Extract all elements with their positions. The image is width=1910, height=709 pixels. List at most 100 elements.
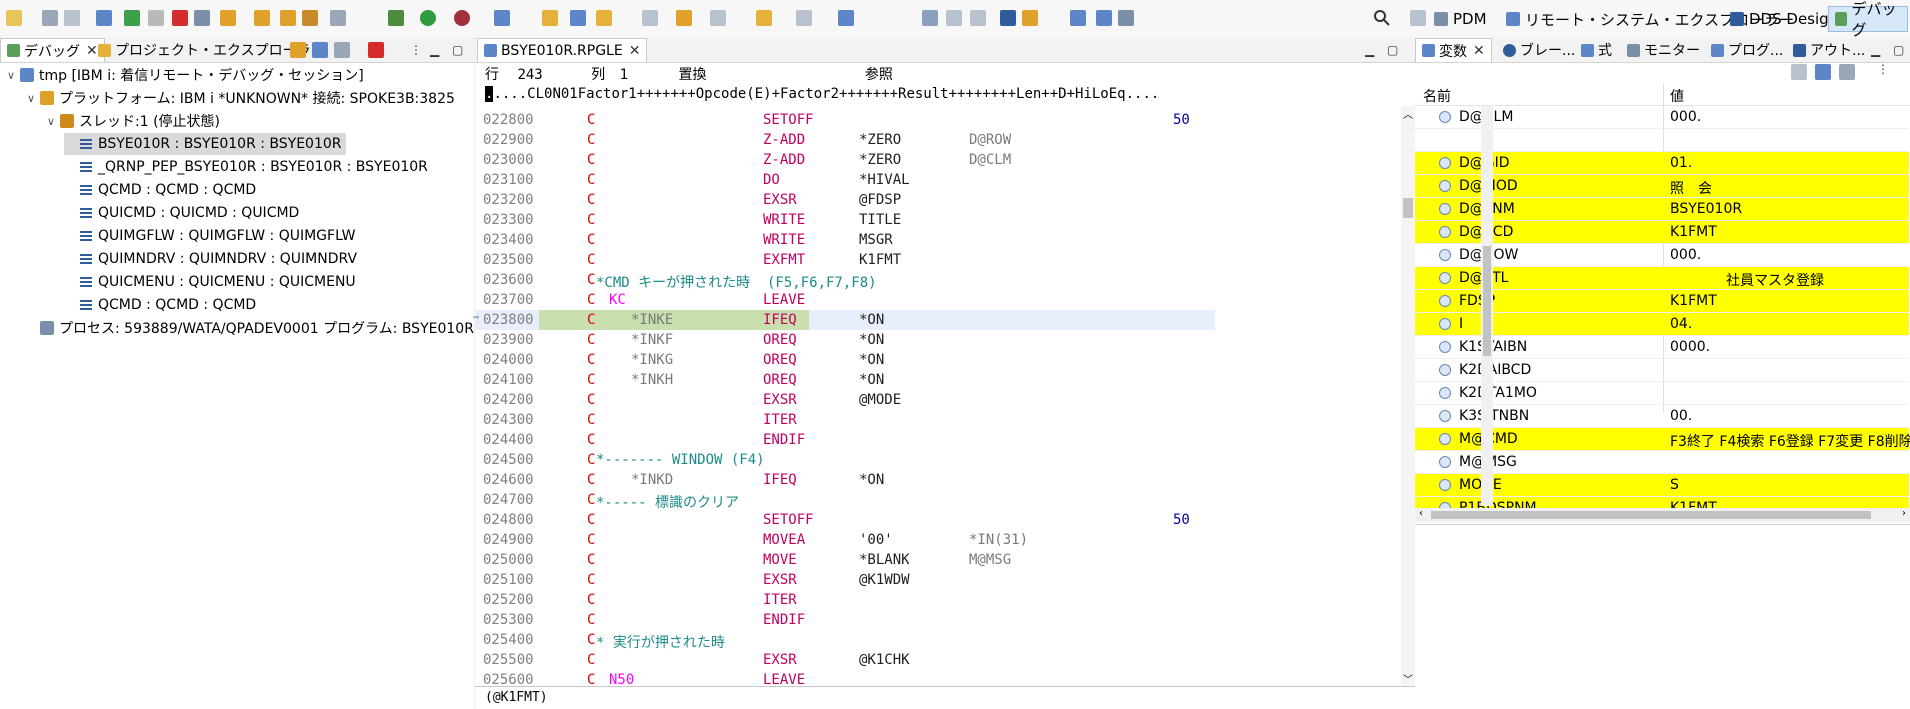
perspective-debug[interactable]: デバッグ (1828, 0, 1908, 39)
variable-value[interactable]: K1FMT (1670, 224, 1910, 240)
tab-programs[interactable]: プログ... (1705, 38, 1789, 62)
expand-toggle-icon[interactable]: ∨ (44, 115, 58, 128)
tree-node[interactable]: プロセス: 593889/WATA/QPADEV0001 プログラム: BSYE… (0, 317, 474, 339)
variable-value[interactable]: 000. (1670, 247, 1910, 263)
maximize-icon[interactable]: ▢ (452, 43, 463, 57)
toolbar-icon-f[interactable] (1070, 10, 1086, 26)
minimize-icon[interactable]: ▁ (430, 43, 439, 57)
tab-debug[interactable]: デバッグ ✕ (0, 38, 105, 62)
remove-all-icon[interactable] (334, 42, 350, 58)
view-menu-dots-icon[interactable]: ⋮ (410, 43, 422, 57)
show-logical-structure-icon[interactable] (1815, 64, 1831, 80)
tab-variables[interactable]: 変数 ✕ (1415, 38, 1492, 62)
code-line[interactable]: 025300 C ENDIF (475, 610, 1215, 630)
terminate-all-icon[interactable] (368, 42, 384, 58)
prev-annotation-icon[interactable] (676, 10, 692, 26)
variable-value[interactable]: F3終了 F4検索 F6登録 F7変更 F8削除 (1670, 431, 1910, 451)
tree-node[interactable]: QCMD : QCMD : QCMD (0, 294, 256, 316)
next-annotation-icon[interactable] (642, 10, 658, 26)
toolbar-icon-d[interactable] (1000, 10, 1016, 26)
code-line[interactable]: 025400 C * 実行が押された時 (475, 630, 1215, 651)
code-line[interactable]: 023500 C EXFMT K1FMT (475, 250, 1215, 270)
code-line[interactable]: ⇨ 023800 C *INKE IFEQ *ON (473, 310, 1215, 330)
variable-value[interactable]: 照 会 (1670, 178, 1910, 198)
code-line[interactable]: 024400 C ENDIF (475, 430, 1215, 450)
scroll-down-icon[interactable]: ﹀ (1401, 671, 1415, 686)
tree-node[interactable]: QUICMD : QUICMD : QUICMD (0, 202, 299, 224)
code-line[interactable]: 023100 C DO *HIVAL (475, 170, 1215, 190)
perspective-pdm[interactable]: PDM (1428, 6, 1493, 32)
tree-node[interactable]: QUIMGFLW : QUIMGFLW : QUIMGFLW (0, 225, 355, 247)
toolbar-icon-g[interactable] (1096, 10, 1112, 26)
vscroll-thumb[interactable] (1483, 246, 1491, 356)
show-type-names-icon[interactable] (1791, 64, 1807, 80)
close-icon[interactable]: ✕ (1473, 43, 1485, 59)
code-line[interactable]: 024000 C *INKG OREQ *ON (475, 350, 1215, 370)
tab-breakpoints[interactable]: ブレー... (1497, 38, 1581, 62)
code-line[interactable]: 023300 C WRITE TITLE (475, 210, 1215, 230)
code-line[interactable]: 024700 C *----- 標識のクリア (475, 490, 1215, 511)
code-line[interactable]: 022800 C SETOFF 50 (475, 110, 1215, 130)
code-line[interactable]: 024200 C EXSR @MODE (475, 390, 1215, 410)
last-edit-icon[interactable] (710, 10, 726, 26)
variable-value[interactable]: 04. (1670, 316, 1910, 332)
tab-editor-file[interactable]: BSYE010R.RPGLE ✕ (477, 38, 648, 62)
code-line[interactable]: 025500 C EXSR @K1CHK (475, 650, 1215, 670)
disconnect-icon[interactable] (194, 10, 210, 26)
code-line[interactable]: 024600 C *INKD IFEQ *ON (475, 470, 1215, 490)
code-line[interactable]: 025200 C ITER (475, 590, 1215, 610)
forward-icon[interactable] (796, 10, 812, 26)
expand-toggle-icon[interactable]: ∨ (4, 69, 18, 82)
tree-node[interactable]: QUICMENU : QUICMENU : QUICMENU (0, 271, 356, 293)
scroll-up-icon[interactable]: ︿ (1401, 106, 1415, 121)
hscroll-thumb[interactable] (1431, 511, 1871, 519)
suspend-icon[interactable] (148, 10, 164, 26)
open-type-icon[interactable] (570, 10, 586, 26)
maximize-icon[interactable]: ▢ (1387, 43, 1398, 57)
code-line[interactable]: 025100 C EXSR @K1WDW (475, 570, 1215, 590)
scroll-thumb[interactable] (1403, 198, 1413, 218)
profile-icon[interactable] (454, 10, 470, 26)
terminate-icon[interactable] (172, 10, 188, 26)
view-menu-icon[interactable] (312, 42, 328, 58)
code-line[interactable]: 023600 C *CMD キーが押された時 (F5,F6,F7,F8) (475, 270, 1215, 291)
toolbar-icon-a[interactable] (922, 10, 938, 26)
save-all-icon[interactable] (64, 10, 80, 26)
code-line[interactable]: 023200 C EXSR @FDSP (475, 190, 1215, 210)
run-icon[interactable] (420, 10, 436, 26)
code-line[interactable]: 024500 C *------- WINDOW (F4) (475, 450, 1215, 470)
tree-node[interactable]: _QRNP_PEP_BSYE010R : BSYE010R : BSYE010R (0, 156, 428, 178)
variable-value[interactable]: 0000. (1670, 339, 1910, 355)
code-line[interactable]: 024300 C ITER (475, 410, 1215, 430)
skip-breakpoints-icon[interactable] (96, 10, 112, 26)
code-line[interactable]: 024800 C SETOFF 50 (475, 510, 1215, 530)
view-menu-dots-icon[interactable]: ⋮ (1877, 62, 1889, 76)
minimize-icon[interactable]: ▁ (1365, 43, 1374, 57)
tree-node[interactable]: QCMD : QCMD : QCMD (0, 179, 256, 201)
save-icon[interactable] (42, 10, 58, 26)
debug-run-icon[interactable] (388, 10, 404, 26)
column-name-header[interactable]: 名前 (1423, 86, 1451, 106)
tab-expressions[interactable]: 式 (1575, 38, 1618, 62)
step-over-icon[interactable] (254, 10, 270, 26)
search-tool-icon[interactable] (596, 10, 612, 26)
variables-horizontal-scrollbar[interactable]: ‹ › (1415, 508, 1910, 522)
external-tools-icon[interactable] (330, 10, 346, 26)
annotation-icon[interactable] (542, 10, 558, 26)
resume-icon[interactable] (124, 10, 140, 26)
toolbar-icon-h[interactable] (1118, 10, 1134, 26)
step-return-icon[interactable] (280, 10, 296, 26)
collapse-all-icon[interactable] (1839, 64, 1855, 80)
code-line[interactable]: 023900 C *INKF OREQ *ON (475, 330, 1215, 350)
variable-detail-pane[interactable] (1415, 524, 1910, 709)
code-line[interactable]: 024100 C *INKH OREQ *ON (475, 370, 1215, 390)
new-icon[interactable] (6, 10, 22, 26)
minimize-icon[interactable]: ▁ (1871, 43, 1880, 57)
code-line[interactable]: 023400 C WRITE MSGR (475, 230, 1215, 250)
coverage-icon[interactable] (494, 10, 510, 26)
tab-outline[interactable]: アウト... (1787, 38, 1871, 62)
tree-node[interactable]: BSYE010R : BSYE010R : BSYE010R (64, 133, 346, 155)
toolbar-icon-e[interactable] (1022, 10, 1038, 26)
scroll-left-icon[interactable]: ‹ (1419, 508, 1423, 519)
tree-node[interactable]: ∨ スレッド:1 (停止状態) (0, 110, 220, 132)
